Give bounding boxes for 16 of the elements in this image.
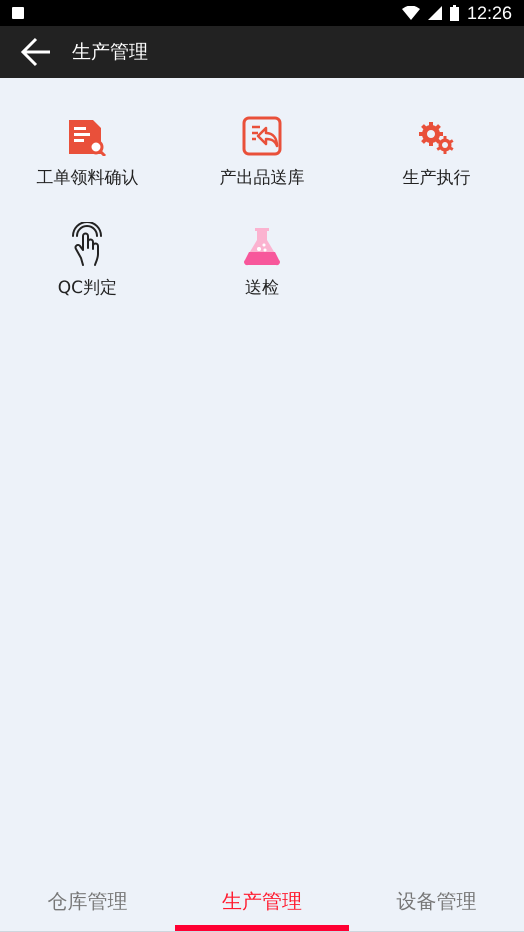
battery-icon [450, 5, 459, 21]
back-arrow-icon [20, 37, 52, 67]
document-search-icon [67, 118, 108, 156]
flask-icon [242, 226, 281, 266]
bottom-tab[interactable]: 仓库管理 [0, 870, 175, 931]
wifi-icon [402, 6, 420, 20]
signal-icon [428, 6, 442, 20]
status-time: 12:26 [466, 2, 512, 24]
menu-item[interactable]: QC判定 [0, 222, 175, 312]
bottom-tab[interactable]: 设备管理 [349, 870, 524, 931]
menu-item[interactable]: 生产执行 [349, 112, 524, 202]
menu-item[interactable]: 工单领料确认 [0, 112, 175, 202]
document-return-icon [242, 116, 282, 156]
page-title: 生产管理 [72, 40, 148, 65]
menu-item[interactable]: 送检 [174, 222, 350, 312]
menu-item[interactable]: 产出品送库 [174, 112, 350, 202]
